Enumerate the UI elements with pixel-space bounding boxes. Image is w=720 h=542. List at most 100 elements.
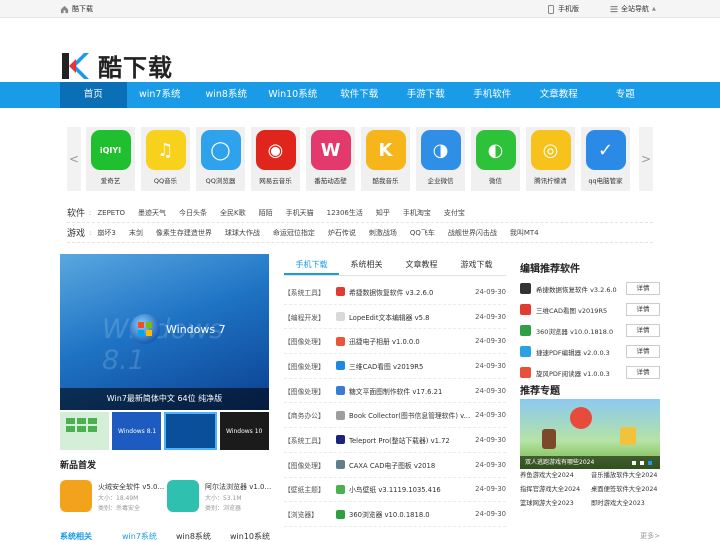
software-category[interactable]: 【浏览器】 <box>284 509 336 519</box>
app-tile[interactable]: ✓ qq电脑管家 <box>581 127 630 191</box>
site-nav-dropdown[interactable]: 全站导航 ▲ <box>610 4 656 14</box>
nav-item-1[interactable]: 首页 <box>60 82 127 108</box>
carousel-prev-button[interactable]: < <box>67 127 81 191</box>
game-tag-link[interactable]: 我叫MT4 <box>510 228 539 238</box>
details-button[interactable]: 详情 <box>626 303 660 316</box>
hero-slide[interactable]: Windows 8.1 Windows 7 Win7最新简体中文 64位 纯净版 <box>60 254 269 410</box>
nav-item-2[interactable]: win7系统 <box>127 82 194 108</box>
game-tag-link[interactable]: 刺激战场 <box>369 228 397 238</box>
thumbnail-4[interactable]: Windows 10 <box>220 412 269 450</box>
app-tile[interactable]: ◑ 企业微信 <box>416 127 465 191</box>
thumbnail-2[interactable]: Windows 8.1 <box>112 412 161 450</box>
software-row[interactable]: 【商务办公】 Book Collector(图书信息管理软件) v... 24-09… <box>284 403 506 429</box>
tab-win10[interactable]: win10系统 <box>230 531 270 542</box>
app-tile[interactable]: W 番茄动态壁 <box>306 127 355 191</box>
software-name[interactable]: 迅捷电子相册 v1.0.0.0 <box>349 336 474 346</box>
nav-item-4[interactable]: Win10系统 <box>260 82 327 108</box>
home-link[interactable]: 酷下载 <box>60 4 93 14</box>
software-row[interactable]: 【图像处理】 CAXA CAD电子图板 v2018 24-09-30 <box>284 453 506 478</box>
software-row[interactable]: 【图像处理】 三维CAD看图 v2019R5 24-09-30 <box>284 354 506 379</box>
tab-win8[interactable]: win8系统 <box>176 531 211 542</box>
game-tag-link[interactable]: 像素生存建造世界 <box>156 228 212 238</box>
app-tile[interactable]: ◎ 腾讯柠檬清 <box>526 127 575 191</box>
software-name[interactable]: 糖文平面图制作软件 v17.6.21 <box>349 386 474 396</box>
topic-link[interactable]: 桌面便签软件大全2024 <box>591 485 662 495</box>
software-name[interactable]: 小鸟壁纸 v3.1119.1035.416 <box>349 484 474 494</box>
software-category[interactable]: 【编程开发】 <box>284 312 336 322</box>
game-tag-link[interactable]: 战舰世界闪击战 <box>448 228 497 238</box>
new-release-item[interactable]: 阿尔法浏览器 v1.0... 大小：53.1M 类别：浏览器 <box>167 478 271 518</box>
software-name[interactable]: Book Collector(图书信息管理软件) v... <box>349 410 474 420</box>
game-tag-link[interactable]: 球球大作战 <box>225 228 260 238</box>
software-row[interactable]: 【编程开发】 LopeEdit文本编辑器 v5.8 24-09-30 <box>284 305 506 330</box>
software-row[interactable]: 【图像处理】 迅捷电子相册 v1.0.0.0 24-09-30 <box>284 329 506 355</box>
software-row[interactable]: 【系统工具】 Teleport Pro(整站下载器) v1.72 24-09-30 <box>284 428 506 453</box>
game-tag-link[interactable]: 炉石传说 <box>328 228 356 238</box>
topic-link[interactable]: 指挥官游戏大全2024 <box>520 485 591 495</box>
software-name[interactable]: CAXA CAD电子图板 v2018 <box>349 460 474 470</box>
software-row[interactable]: 【系统工具】 希捷数据恢复软件 v3.2.6.0 24-09-30 <box>284 280 506 305</box>
pager-dot[interactable] <box>632 461 636 465</box>
tab-3[interactable]: 文章教程 <box>394 254 449 275</box>
topic-link[interactable]: 篮球网游大全2023 <box>520 499 591 509</box>
new-release-item[interactable]: 火绒安全软件 v5.0... 大小：18.49M 类别：杀毒安全 <box>60 478 164 518</box>
nav-item-3[interactable]: win8系统 <box>193 82 260 108</box>
recommend-name[interactable]: 旋风PDF阅读器 v1.0.0.3 <box>536 368 626 378</box>
nav-item-5[interactable]: 软件下载 <box>326 82 393 108</box>
carousel-next-button[interactable]: > <box>639 127 653 191</box>
software-row[interactable]: 【浏览器】 360浏览器 v10.0.1818.0 24-09-30 <box>284 502 506 527</box>
software-name[interactable]: Teleport Pro(整站下载器) v1.72 <box>349 435 474 445</box>
details-button[interactable]: 详情 <box>626 345 660 358</box>
game-tag-link[interactable]: QQ飞车 <box>410 228 435 238</box>
software-tag-link[interactable]: 知乎 <box>376 208 390 218</box>
nav-item-6[interactable]: 手游下载 <box>393 82 460 108</box>
pager-dot-active[interactable] <box>648 461 652 465</box>
thumbnail-3[interactable] <box>164 412 217 450</box>
software-category[interactable]: 【图像处理】 <box>284 386 336 396</box>
pager-dot[interactable] <box>640 461 644 465</box>
app-tile[interactable]: K 酷我音乐 <box>361 127 410 191</box>
tab-win7[interactable]: win7系统 <box>122 531 157 542</box>
details-button[interactable]: 详情 <box>626 324 660 337</box>
software-name[interactable]: 三维CAD看图 v2019R5 <box>349 361 474 371</box>
recommend-name[interactable]: 捷速PDF编辑器 v2.0.0.3 <box>536 347 626 357</box>
recommend-name[interactable]: 360浏览器 v10.0.1818.0 <box>536 326 626 336</box>
software-category[interactable]: 【图像处理】 <box>284 361 336 371</box>
software-name[interactable]: LopeEdit文本编辑器 v5.8 <box>349 312 474 322</box>
app-tile[interactable]: ◐ 微信 <box>471 127 520 191</box>
nav-item-7[interactable]: 手机软件 <box>459 82 526 108</box>
software-tag-link[interactable]: 手机淘宝 <box>403 208 431 218</box>
software-row[interactable]: 【图像处理】 糖文平面图制作软件 v17.6.21 24-09-30 <box>284 379 506 404</box>
software-tag-link[interactable]: 全民K歌 <box>220 208 246 218</box>
software-tag-link[interactable]: 支付宝 <box>444 208 465 218</box>
software-category[interactable]: 【商务办公】 <box>284 410 336 420</box>
app-tile[interactable]: ◯ QQ浏览器 <box>196 127 245 191</box>
topic-banner[interactable]: 双人逃跑游戏有哪些2024 <box>520 399 660 469</box>
mobile-version-link[interactable]: 手机版 <box>548 4 579 14</box>
topic-link[interactable]: 即时游戏大全2023 <box>591 499 662 509</box>
software-tag-link[interactable]: 今日头条 <box>179 208 207 218</box>
software-tag-link[interactable]: 陌陌 <box>259 208 273 218</box>
details-button[interactable]: 详情 <box>626 282 660 295</box>
software-name[interactable]: 希捷数据恢复软件 v3.2.6.0 <box>349 287 474 297</box>
software-category[interactable]: 【图像处理】 <box>284 460 336 470</box>
app-tile[interactable]: iQIYI 爱奇艺 <box>86 127 135 191</box>
software-category[interactable]: 【系统工具】 <box>284 435 336 445</box>
software-category[interactable]: 【系统工具】 <box>284 287 336 297</box>
software-tag-link[interactable]: 墨迹天气 <box>138 208 166 218</box>
topic-link[interactable]: 养鱼游戏大全2024 <box>520 471 591 481</box>
software-row[interactable]: 【壁纸主题】 小鸟壁纸 v3.1119.1035.416 24-09-30 <box>284 478 506 503</box>
thumbnail-1[interactable] <box>60 412 109 450</box>
site-logo[interactable]: 酷下载 <box>60 48 173 83</box>
software-category[interactable]: 【图像处理】 <box>284 336 336 346</box>
recommend-name[interactable]: 希捷数据恢复软件 v3.2.6.0 <box>536 284 626 294</box>
nav-item-8[interactable]: 文章教程 <box>526 82 593 108</box>
topic-link[interactable]: 音乐播放软件大全2024 <box>591 471 662 481</box>
details-button[interactable]: 详情 <box>626 366 660 379</box>
tab-2[interactable]: 系统相关 <box>339 254 394 275</box>
app-tile[interactable]: ◉ 网易云音乐 <box>251 127 300 191</box>
software-name[interactable]: 360浏览器 v10.0.1818.0 <box>349 509 474 519</box>
software-tag-link[interactable]: 12306生活 <box>327 208 363 218</box>
tab-1[interactable]: 手机下载 <box>284 254 339 275</box>
recommend-name[interactable]: 三维CAD看图 v2019R5 <box>536 305 626 315</box>
